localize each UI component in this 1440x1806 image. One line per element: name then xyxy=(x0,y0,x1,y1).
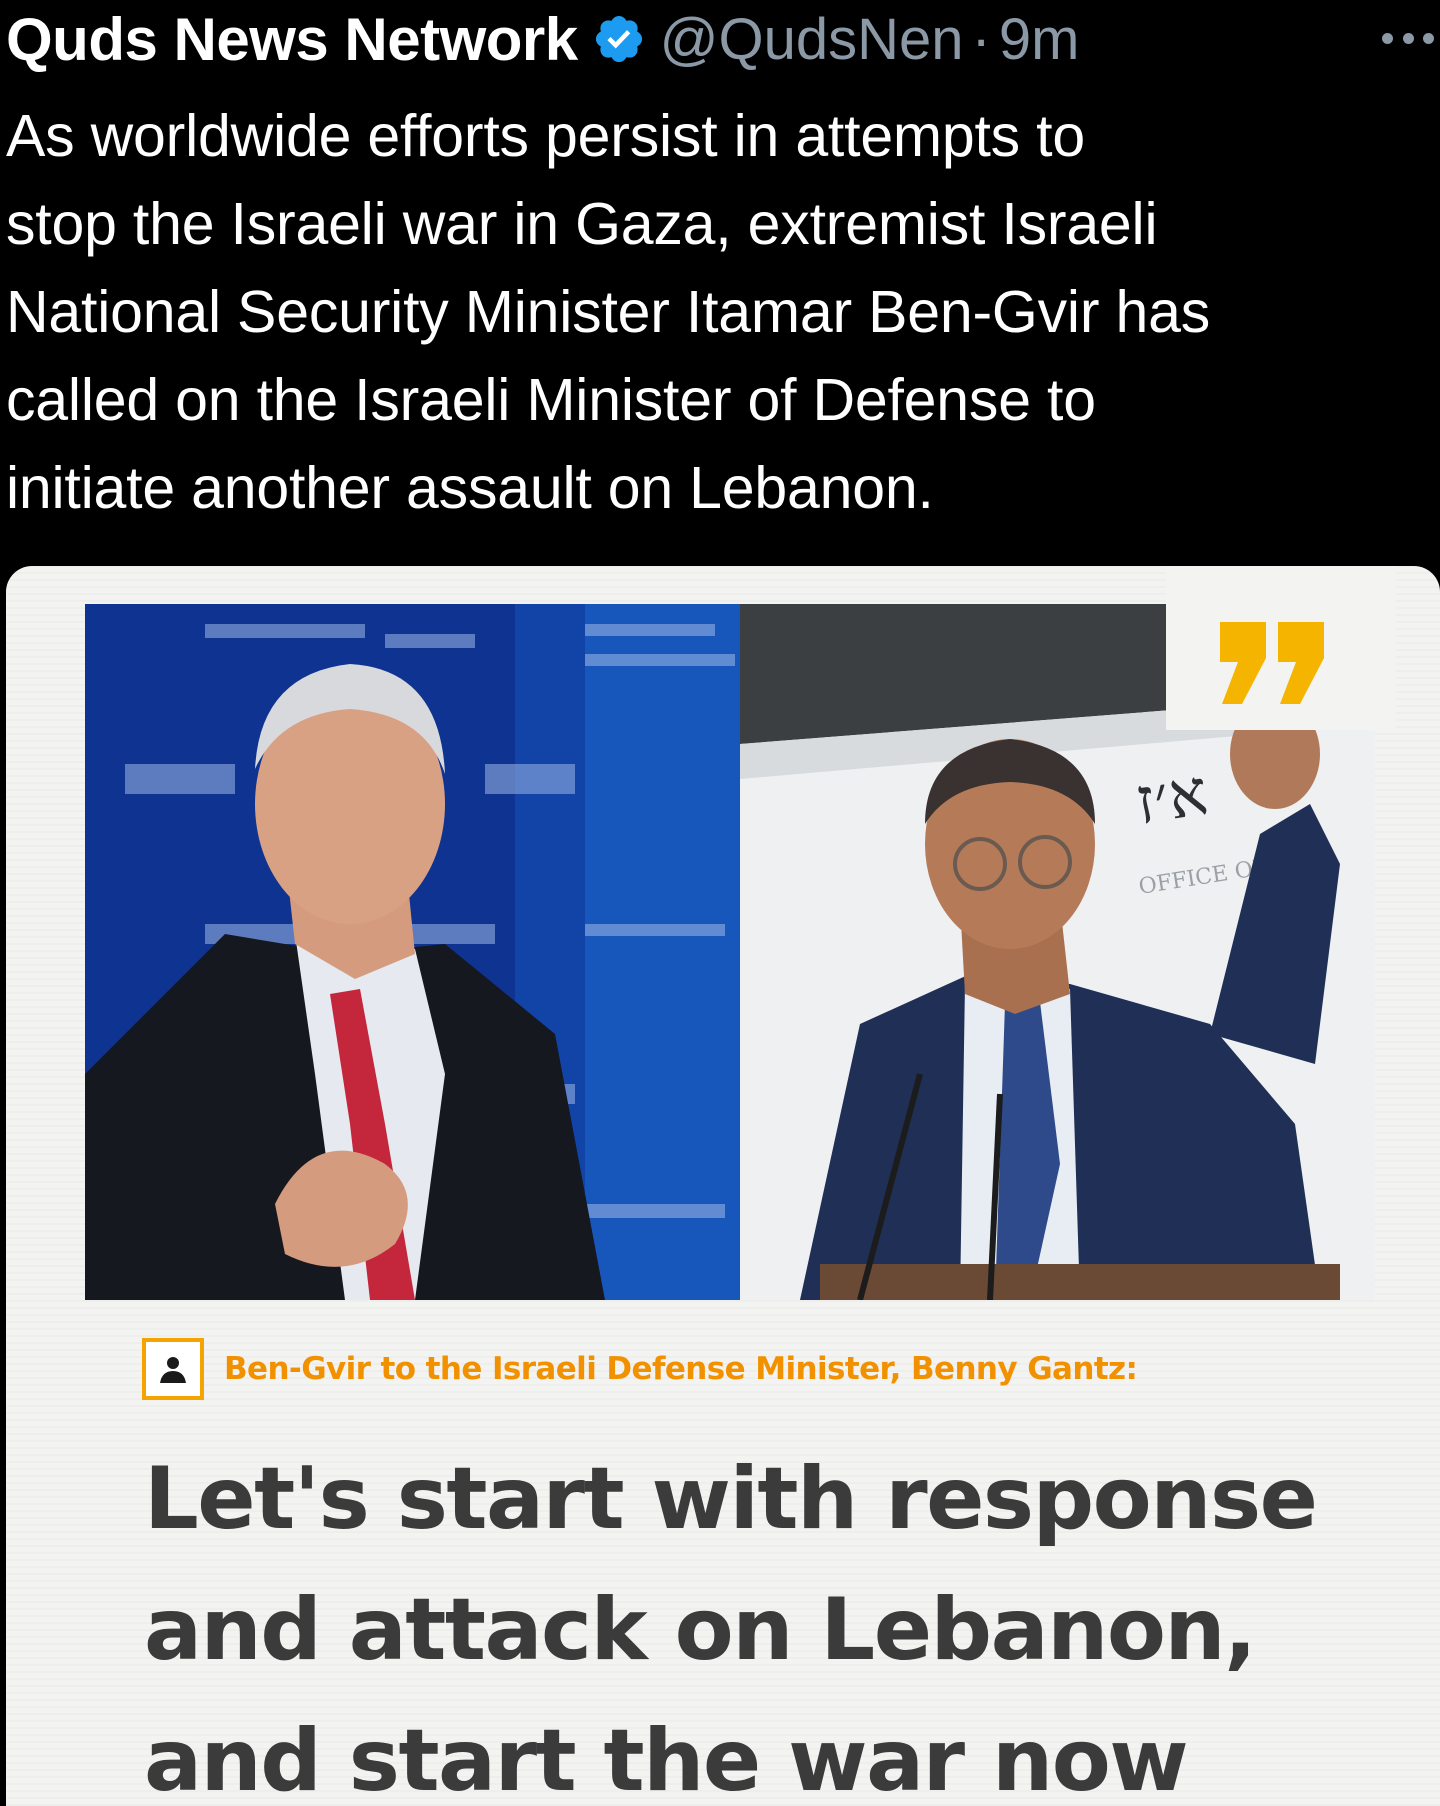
tweet-text-line: stop the Israeli war in Gaza, extremist … xyxy=(6,191,1158,257)
author-handle[interactable]: @QudsNen xyxy=(660,6,964,73)
quote-attribution: Ben-Gvir to the Israeli Defense Minister… xyxy=(142,1338,1138,1400)
more-dot xyxy=(1382,32,1393,44)
separator-dot: · xyxy=(971,6,991,72)
photo-left-speaker xyxy=(85,604,740,1300)
tweet-text-line: As worldwide efforts persist in attempts… xyxy=(6,103,1085,169)
headline-line: and start the war now xyxy=(144,1711,1189,1806)
tweet-text-line: National Security Minister Itamar Ben-Gv… xyxy=(6,279,1210,345)
more-dot xyxy=(1423,32,1434,44)
tweet-media-card[interactable]: OFFICE OF א׳ז Ben-Gvir to the Israeli De… xyxy=(6,566,1440,1806)
photo-left-illustration xyxy=(85,604,740,1300)
background-sign-letters: א׳ז xyxy=(1131,756,1213,840)
tweet-text-line: called on the Israeli Minister of Defens… xyxy=(6,367,1096,433)
headline-line: Let's start with response xyxy=(144,1449,1318,1549)
verified-badge-icon xyxy=(592,12,646,66)
tweet-text-line: initiate another assault on Lebanon. xyxy=(6,455,934,521)
tweet-text: As worldwide efforts persist in attempts… xyxy=(6,92,1436,532)
post-timestamp[interactable]: 9m xyxy=(999,6,1080,73)
tweet-header: Quds News Network @QudsNen · 9m xyxy=(6,0,1434,78)
more-options-icon[interactable] xyxy=(1382,28,1434,48)
author-name[interactable]: Quds News Network xyxy=(6,5,578,74)
quote-headline: Let's start with response and attack on … xyxy=(144,1434,1424,1806)
more-dot xyxy=(1402,32,1414,44)
attribution-text: Ben-Gvir to the Israeli Defense Minister… xyxy=(224,1351,1138,1387)
quote-mark-icon xyxy=(1220,622,1324,704)
person-icon xyxy=(142,1338,204,1400)
headline-line: and attack on Lebanon, xyxy=(144,1580,1257,1680)
